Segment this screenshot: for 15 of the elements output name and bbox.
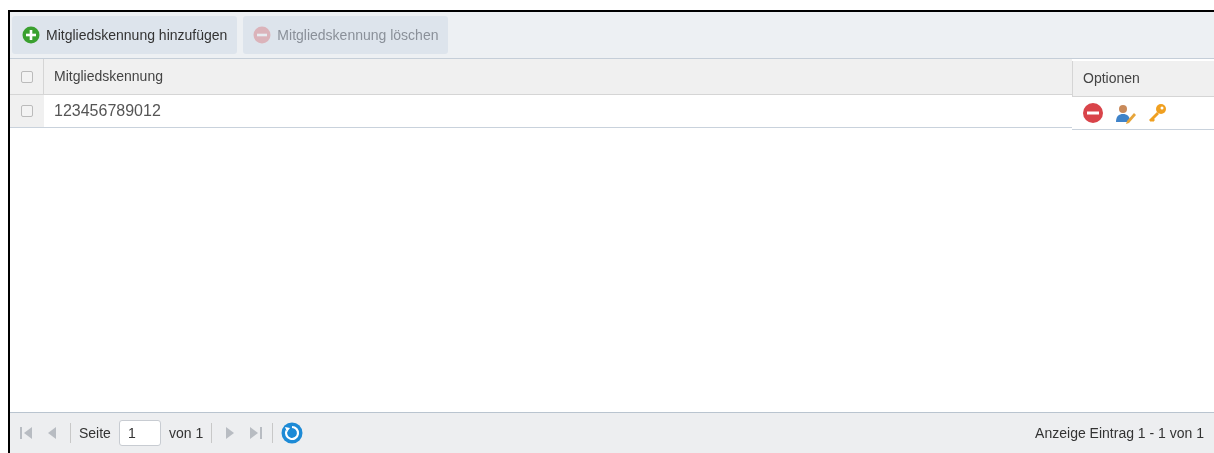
page-label: Seite — [79, 423, 111, 443]
user-edit-icon[interactable] — [1114, 102, 1136, 124]
column-header[interactable]: Optionen — [1072, 61, 1214, 97]
refresh-icon[interactable] — [281, 422, 304, 444]
plus-icon — [22, 26, 40, 44]
select-all-checkbox[interactable] — [20, 70, 33, 83]
column-header[interactable]: Mitgliedskennung — [44, 59, 173, 94]
add-button[interactable]: Mitgliedskennung hinzufügen — [12, 16, 238, 54]
minus-icon[interactable] — [1082, 102, 1104, 124]
minus-icon — [253, 26, 272, 44]
page-field[interactable]: 1 — [118, 420, 161, 446]
table-cell-text: 123456789012 — [53, 101, 162, 121]
status-text: Anzeige Eintrag 1 - 1 von 1 — [1035, 423, 1205, 443]
row-checkbox[interactable] — [21, 105, 33, 117]
page-count: von 1 — [168, 423, 204, 443]
